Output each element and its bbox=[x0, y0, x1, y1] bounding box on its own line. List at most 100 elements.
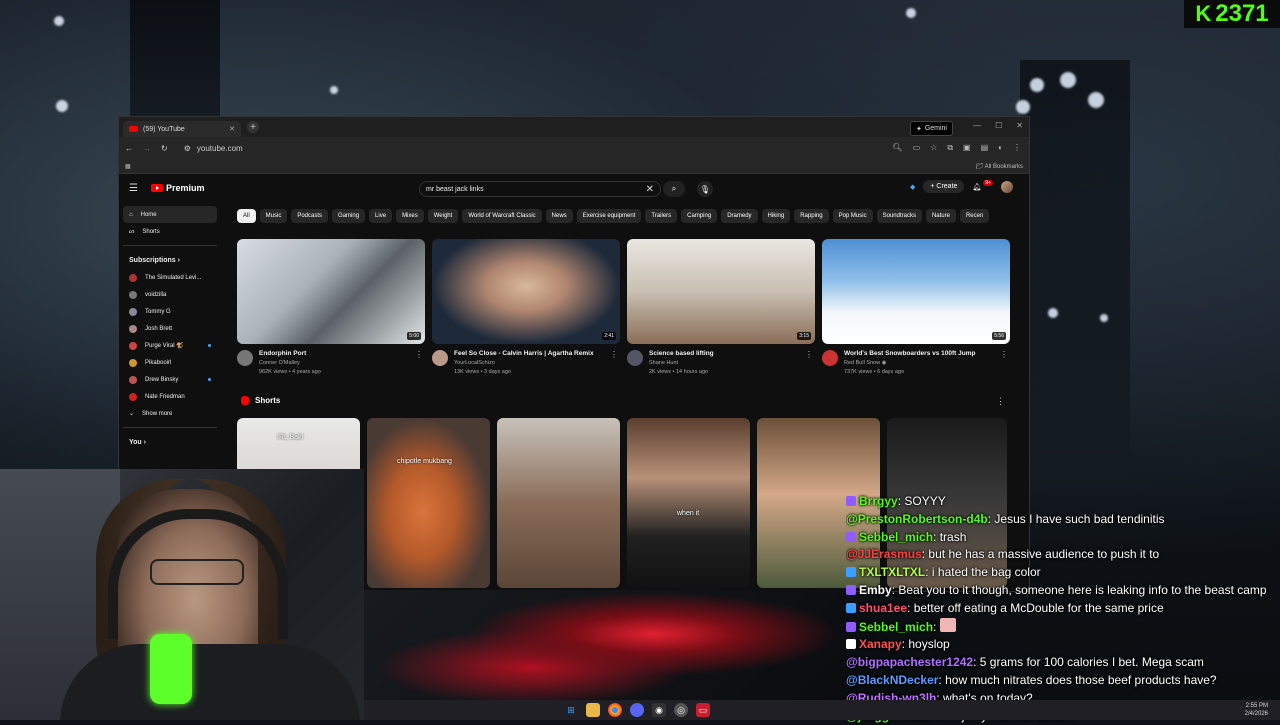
filter-chip[interactable]: All bbox=[237, 209, 256, 223]
chat-username[interactable]: shua1ee bbox=[859, 601, 907, 615]
sidebar-item-subscription[interactable]: The Simulated Levi... bbox=[123, 269, 217, 286]
ai-icon[interactable]: ◆ bbox=[910, 183, 915, 191]
gemini-button[interactable]: ✦ Gemini bbox=[909, 121, 953, 136]
filter-chip[interactable]: Rapping bbox=[794, 209, 829, 223]
video-thumbnail[interactable]: 5:56 bbox=[822, 239, 1010, 344]
zoom-icon[interactable]: 🔍︎ bbox=[892, 143, 902, 153]
filter-chip[interactable]: Music bbox=[259, 209, 288, 223]
chat-username[interactable]: Xanapy bbox=[859, 637, 902, 651]
video-thumbnail[interactable]: 2:41 bbox=[432, 239, 620, 344]
video-card[interactable]: 2:41 Feel So Close - Calvin Harris | Agar… bbox=[432, 239, 620, 375]
channel-name[interactable]: YourLocalSchizo bbox=[454, 360, 594, 366]
channel-avatar[interactable] bbox=[627, 350, 643, 366]
extension-icon[interactable]: ▤ bbox=[981, 143, 989, 153]
filter-chip[interactable]: Nature bbox=[925, 209, 956, 223]
channel-avatar[interactable] bbox=[822, 350, 838, 366]
filter-chip[interactable]: Exercise equipment bbox=[576, 209, 642, 223]
video-thumbnail[interactable]: 3:15 bbox=[627, 239, 815, 344]
menu-icon[interactable]: ⋮ bbox=[1013, 143, 1021, 153]
maximize-icon[interactable]: ☐ bbox=[995, 121, 1002, 130]
short-thumbnail[interactable]: when it bbox=[627, 418, 750, 588]
file-explorer-icon[interactable] bbox=[586, 703, 600, 717]
sidepanel-icon[interactable]: ▣ bbox=[963, 143, 971, 153]
video-card[interactable]: 5:56 World's Best Snowboarders vs 100ft J… bbox=[822, 239, 1010, 375]
forward-icon[interactable]: → bbox=[143, 144, 151, 153]
sidebar-subscriptions-heading[interactable]: Subscriptions › bbox=[123, 251, 217, 269]
chat-username[interactable]: Brrgyy bbox=[859, 494, 898, 508]
chat-username[interactable]: Sebbel_mich bbox=[859, 530, 933, 544]
channel-name[interactable]: Red Bull Snow ◉ bbox=[844, 360, 975, 366]
chrome-icon[interactable] bbox=[608, 703, 622, 717]
create-button[interactable]: + Create bbox=[923, 180, 965, 193]
new-tab-button[interactable]: + bbox=[247, 121, 259, 133]
shorts-more-icon[interactable]: ⋮ bbox=[996, 396, 1005, 407]
filter-chip[interactable]: Trailers bbox=[645, 209, 678, 223]
chat-username[interactable]: Sebbel_mich bbox=[859, 620, 933, 634]
cast-icon[interactable]: ▭ bbox=[913, 143, 921, 153]
filter-chip[interactable]: Soundtracks bbox=[876, 209, 922, 223]
video-card[interactable]: 5:00 Endorphin Port Conner O'Malley 962K vi… bbox=[237, 239, 425, 375]
account-avatar[interactable] bbox=[1001, 180, 1013, 193]
sidebar-item-subscription[interactable]: voidzilla bbox=[123, 286, 217, 303]
filter-chip[interactable]: Live bbox=[369, 209, 393, 223]
sidebar-item-subscription[interactable]: Pikabooirl bbox=[123, 354, 217, 371]
voice-search-button[interactable]: 🎙︎ bbox=[697, 181, 713, 197]
stream-app-icon[interactable]: ▭ bbox=[696, 703, 710, 717]
reload-icon[interactable]: ↻ bbox=[161, 144, 168, 153]
youtube-logo[interactable]: Premium bbox=[151, 183, 205, 193]
channel-avatar[interactable] bbox=[432, 350, 448, 366]
chat-username[interactable]: @PrestonRobertson-d4b bbox=[846, 512, 988, 526]
filter-chip[interactable]: Camping bbox=[681, 209, 718, 223]
more-options-icon[interactable]: ⋮ bbox=[805, 350, 813, 359]
sidebar-you-heading[interactable]: You › bbox=[123, 433, 217, 451]
bookmark-star-icon[interactable]: ☆ bbox=[930, 143, 937, 153]
video-card[interactable]: 3:15 Science based lifting Shane Hunt 2K vi… bbox=[627, 239, 815, 375]
clear-search-icon[interactable]: ✕ bbox=[646, 184, 654, 195]
obs-icon[interactable]: ◉ bbox=[652, 703, 666, 717]
discord-icon[interactable] bbox=[630, 703, 644, 717]
filter-chip[interactable]: News bbox=[545, 209, 573, 223]
site-info-icon[interactable]: ⚙ bbox=[184, 144, 191, 153]
filter-chip[interactable]: Recen bbox=[959, 209, 990, 223]
chat-username[interactable]: TXLTXLTXL bbox=[859, 565, 925, 579]
sidebar-item-subscription[interactable]: Drew Binsky bbox=[123, 371, 217, 388]
sidebar-item-subscription[interactable]: Josh Brett bbox=[123, 320, 217, 337]
all-bookmarks[interactable]: 📁︎ All Bookmarks bbox=[976, 163, 1023, 170]
sidebar-show-more[interactable]: ⌄ Show more bbox=[123, 405, 217, 422]
filter-chip[interactable]: Gaming bbox=[332, 209, 366, 223]
more-options-icon[interactable]: ⋮ bbox=[1000, 350, 1008, 359]
channel-name[interactable]: Conner O'Malley bbox=[259, 360, 321, 366]
filter-chip[interactable]: World of Warcraft Classic bbox=[462, 209, 542, 223]
chat-username[interactable]: @JJErasmus bbox=[846, 547, 922, 561]
channel-avatar[interactable] bbox=[237, 350, 253, 366]
filter-chip[interactable]: Pop Music bbox=[832, 209, 873, 223]
back-icon[interactable]: ← bbox=[125, 144, 133, 153]
search-input[interactable]: mr beast jack links ✕ bbox=[419, 181, 661, 197]
short-thumbnail[interactable]: chipotle mukbang bbox=[367, 418, 490, 588]
chat-username[interactable]: @BlackNDecker bbox=[846, 673, 938, 687]
close-window-icon[interactable]: ✕ bbox=[1016, 121, 1023, 130]
filter-chip[interactable]: Hiking bbox=[761, 209, 791, 223]
browser-tab[interactable]: (59) YouTube ✕ bbox=[123, 121, 241, 137]
filter-chip[interactable]: Dramedy bbox=[721, 209, 758, 223]
video-title[interactable]: Science based lifting bbox=[649, 350, 714, 357]
extensions-icon[interactable]: ⧉ bbox=[947, 143, 953, 153]
channel-name[interactable]: Shane Hunt bbox=[649, 360, 714, 366]
sidebar-item-subscription[interactable]: Purge Viral 🐒 bbox=[123, 337, 217, 354]
sidebar-item-subscription[interactable]: Tommy G bbox=[123, 303, 217, 320]
apps-icon[interactable]: ▦ bbox=[125, 163, 131, 170]
filter-chip[interactable]: Mixes bbox=[396, 209, 424, 223]
notifications-bell-icon[interactable]: 🔔︎ bbox=[972, 183, 981, 191]
video-title[interactable]: Feel So Close - Calvin Harris | Agartha … bbox=[454, 350, 594, 357]
filter-chip[interactable]: Weight bbox=[427, 209, 459, 223]
sidebar-item-home[interactable]: ⌂ Home bbox=[123, 206, 217, 223]
github-icon[interactable]: ◎ bbox=[674, 703, 688, 717]
short-thumbnail[interactable] bbox=[497, 418, 620, 588]
hamburger-menu-icon[interactable]: ☰ bbox=[129, 183, 138, 194]
minimize-icon[interactable]: — bbox=[973, 121, 981, 130]
chat-username[interactable]: Emby bbox=[859, 583, 892, 597]
chat-username[interactable]: @bigpapachester1242 bbox=[846, 655, 973, 669]
close-tab-icon[interactable]: ✕ bbox=[229, 125, 235, 133]
address-bar[interactable]: ⚙ youtube.com bbox=[184, 144, 883, 153]
sidebar-item-subscription[interactable]: Nate Friedman bbox=[123, 388, 217, 405]
